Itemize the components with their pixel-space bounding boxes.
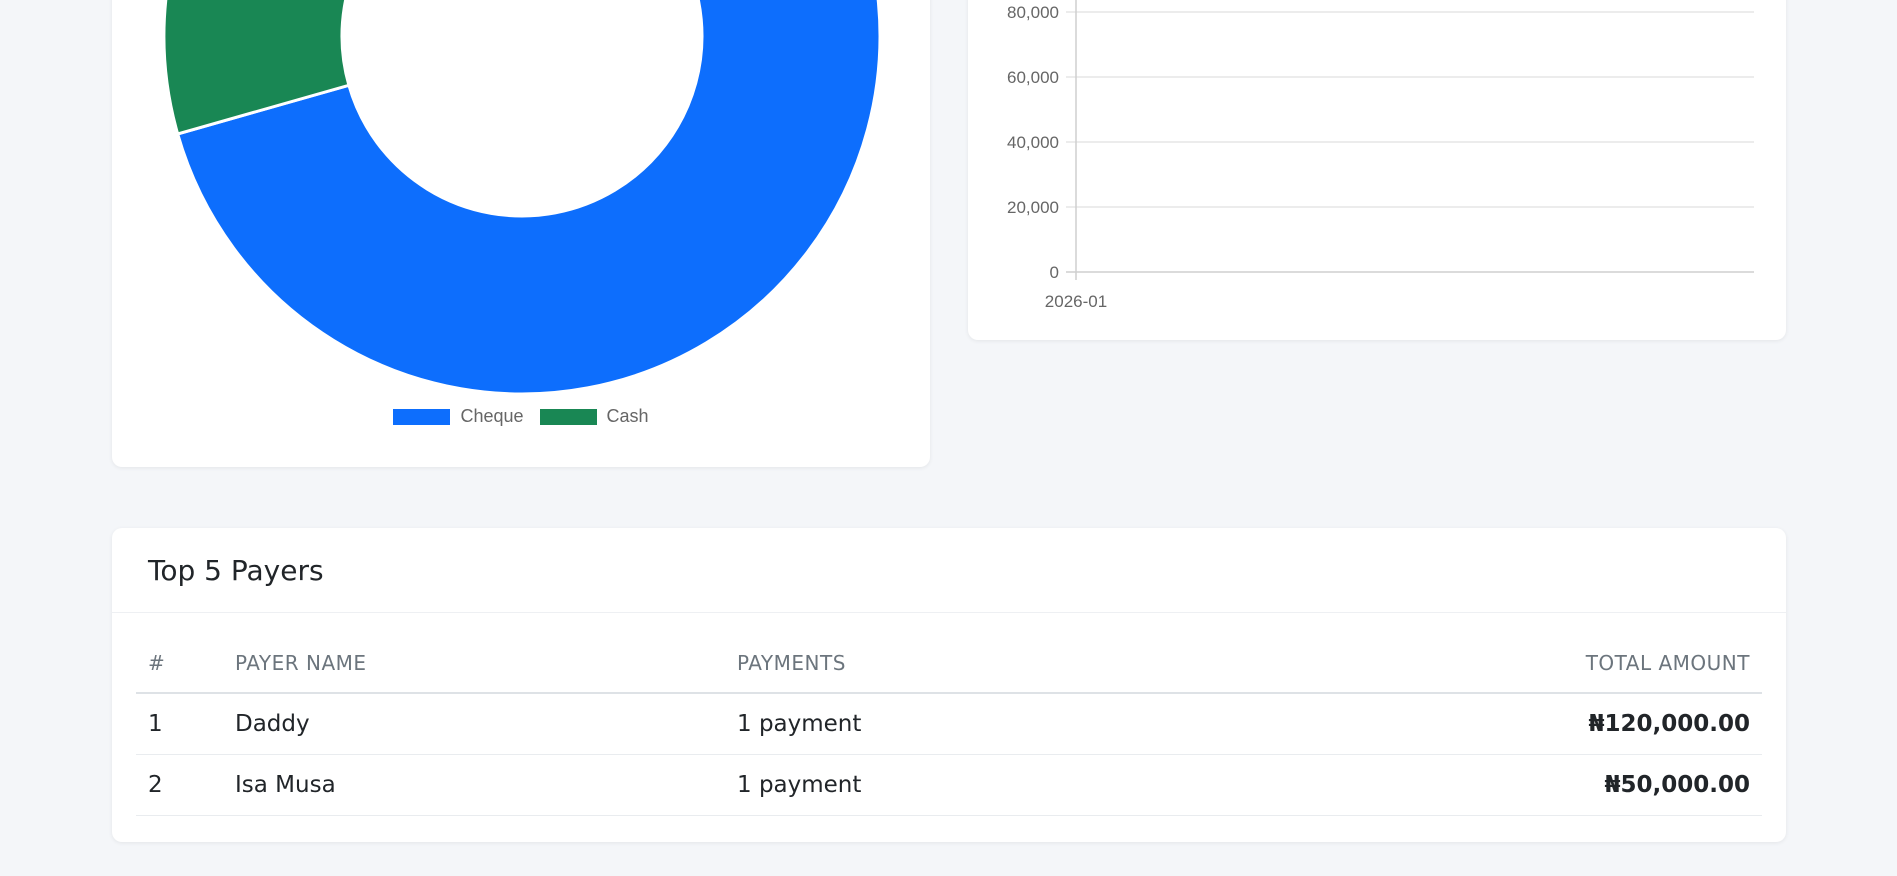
y-axis-tick-label: 80,000 (1007, 3, 1059, 22)
table-body: 1 Daddy 1 payment ₦120,000.00 2 Isa Musa… (136, 693, 1762, 816)
top-payers-table: # PAYER NAME PAYMENTS TOTAL AMOUNT 1 Dad… (136, 633, 1762, 816)
column-header-number: # (136, 633, 223, 694)
payment-count: 1 payment (725, 754, 1183, 816)
row-number: 2 (136, 754, 223, 816)
top-payers-header: Top 5 Payers (112, 528, 1786, 613)
total-amount: ₦120,000.00 (1182, 693, 1762, 755)
y-axis-tick-label: 20,000 (1007, 198, 1059, 217)
payment-method-donut-chart (162, 0, 882, 396)
top-payers-title: Top 5 Payers (148, 553, 324, 587)
table-header-row: # PAYER NAME PAYMENTS TOTAL AMOUNT (136, 633, 1762, 694)
payment-count: 1 payment (725, 693, 1183, 755)
table-row[interactable]: 2 Isa Musa 1 payment ₦50,000.00 (136, 754, 1762, 816)
table-head: # PAYER NAME PAYMENTS TOTAL AMOUNT (136, 633, 1762, 694)
legend-item-cash[interactable]: Cash (539, 406, 649, 427)
top-payers-card: Top 5 Payers # PAYER NAME PAYMENTS TOTAL… (112, 528, 1786, 842)
chart-legend: Cheque Cash (112, 406, 930, 427)
y-axis-tick-label: 0 (1050, 263, 1059, 282)
x-axis-tick-label: 2026-01 (1045, 292, 1107, 311)
payment-method-chart-card: Cheque Cash (112, 0, 930, 467)
table-row[interactable]: 1 Daddy 1 payment ₦120,000.00 (136, 693, 1762, 755)
legend-item-cheque[interactable]: Cheque (393, 406, 524, 427)
column-header-payer-name: PAYER NAME (223, 633, 725, 694)
y-axis-tick-label: 40,000 (1007, 133, 1059, 152)
payer-name: Daddy (223, 693, 725, 755)
payer-name: Isa Musa (223, 754, 725, 816)
legend-label-cheque: Cheque (460, 406, 524, 426)
row-number: 1 (136, 693, 223, 755)
y-axis-tick-label: 60,000 (1007, 68, 1059, 87)
monthly-collections-chart-card: 0 20,000 40,000 60,000 80,000 2026-01 (968, 0, 1786, 340)
column-header-total-amount: TOTAL AMOUNT (1182, 633, 1762, 694)
total-amount: ₦50,000.00 (1182, 754, 1762, 816)
column-header-payments: PAYMENTS (725, 633, 1183, 694)
legend-swatch-cash (539, 408, 597, 425)
legend-label-cash: Cash (606, 406, 649, 426)
legend-swatch-cheque (393, 408, 451, 425)
top-payers-table-wrapper: # PAYER NAME PAYMENTS TOTAL AMOUNT 1 Dad… (112, 613, 1786, 816)
monthly-line-chart: 0 20,000 40,000 60,000 80,000 2026-01 (1007, 0, 1754, 311)
